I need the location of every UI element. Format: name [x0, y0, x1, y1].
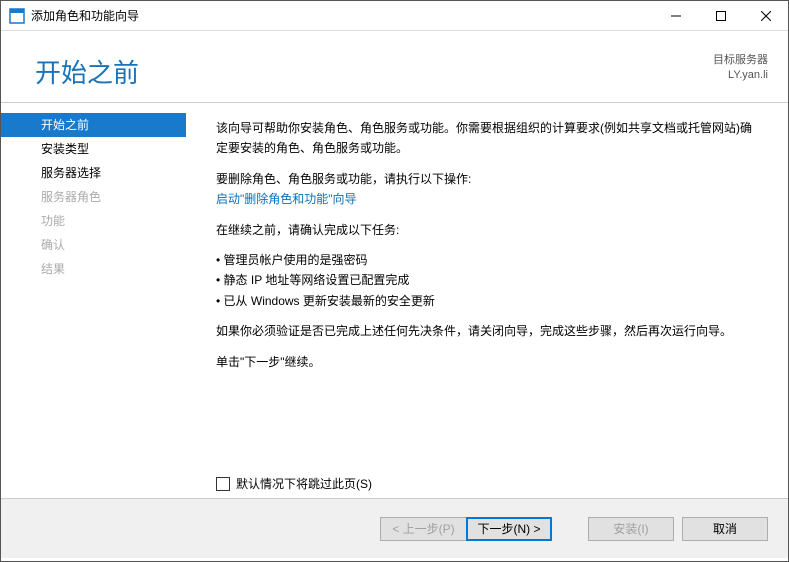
sidebar-item-results: 结果 [1, 257, 186, 281]
sidebar-item-installation-type[interactable]: 安装类型 [1, 137, 186, 161]
window-title: 添加角色和功能向导 [31, 7, 653, 24]
footer-buttons: < 上一步(P) 下一步(N) > 安装(I) 取消 [1, 498, 788, 558]
main-area: 开始之前 安装类型 服务器选择 服务器角色 功能 确认 结果 该向导可帮助你安装… [1, 103, 788, 498]
app-icon [9, 8, 25, 24]
sidebar-item-server-selection[interactable]: 服务器选择 [1, 161, 186, 185]
intro-text: 该向导可帮助你安装角色、角色服务或功能。你需要根据组织的计算要求(例如共享文档或… [216, 118, 756, 159]
before-continue-label: 在继续之前，请确认完成以下任务: [216, 220, 756, 240]
skip-page-row: 默认情况下将跳过此页(S) [216, 474, 372, 494]
verify-text: 如果你必须验证是否已完成上述任何先决条件，请关闭向导，完成这些步骤，然后再次运行… [216, 321, 756, 341]
sidebar-item-features: 功能 [1, 209, 186, 233]
target-label: 目标服务器 [713, 53, 768, 68]
close-button[interactable] [743, 1, 788, 31]
header: 开始之前 目标服务器 LY.yan.li [1, 31, 788, 103]
titlebar: 添加角色和功能向导 [1, 1, 788, 31]
install-button: 安装(I) [588, 517, 674, 541]
sidebar-item-confirmation: 确认 [1, 233, 186, 257]
nav-button-group: < 上一步(P) 下一步(N) > [380, 517, 552, 541]
continue-text: 单击"下一步"继续。 [216, 352, 756, 372]
remove-roles-link[interactable]: 启动"删除角色和功能"向导 [216, 192, 357, 206]
minimize-button[interactable] [653, 1, 698, 31]
list-item: 管理员帐户使用的是强密码 [216, 250, 756, 270]
content-panel: 该向导可帮助你安装角色、角色服务或功能。你需要根据组织的计算要求(例如共享文档或… [186, 103, 788, 498]
skip-page-checkbox[interactable] [216, 477, 230, 491]
wizard-steps-sidebar: 开始之前 安装类型 服务器选择 服务器角色 功能 确认 结果 [1, 103, 186, 498]
cancel-button[interactable]: 取消 [682, 517, 768, 541]
maximize-button[interactable] [698, 1, 743, 31]
sidebar-item-server-roles: 服务器角色 [1, 185, 186, 209]
prerequisite-list: 管理员帐户使用的是强密码 静态 IP 地址等网络设置已配置完成 已从 Windo… [216, 250, 756, 311]
previous-button: < 上一步(P) [380, 517, 466, 541]
sidebar-item-before-you-begin[interactable]: 开始之前 [1, 113, 186, 137]
list-item: 已从 Windows 更新安装最新的安全更新 [216, 291, 756, 311]
remove-roles-label: 要删除角色、角色服务或功能，请执行以下操作: [216, 169, 756, 189]
list-item: 静态 IP 地址等网络设置已配置完成 [216, 270, 756, 290]
target-value: LY.yan.li [713, 68, 768, 83]
page-title: 开始之前 [35, 53, 139, 90]
target-server-info: 目标服务器 LY.yan.li [713, 53, 768, 84]
skip-page-label: 默认情况下将跳过此页(S) [236, 474, 372, 494]
next-button[interactable]: 下一步(N) > [466, 517, 552, 541]
